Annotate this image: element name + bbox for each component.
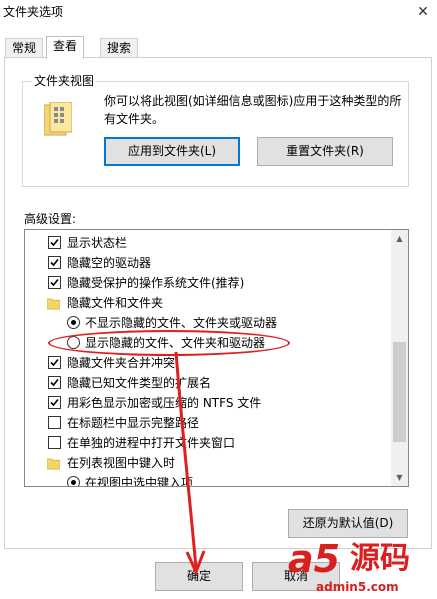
tab-view[interactable]: 查看	[46, 36, 85, 59]
list-item[interactable]: 在单独的进程中打开文件夹窗口	[25, 433, 385, 453]
radio-selected[interactable]	[67, 476, 80, 486]
list-item[interactable]: 在视图中选中键入项	[25, 473, 385, 487]
scroll-down-icon[interactable]: ▼	[391, 469, 408, 486]
title-bar: 文件夹选项 ✕	[0, 0, 437, 30]
checkbox-unchecked[interactable]	[48, 416, 61, 429]
folder-icon	[47, 298, 60, 310]
radio-selected[interactable]	[67, 316, 80, 329]
apply-to-folders-button[interactable]: 应用到文件夹(L)	[104, 137, 240, 166]
list-item-label: 不显示隐藏的文件、文件夹或驱动器	[85, 316, 278, 330]
list-item-label: 用彩色显示加密或压缩的 NTFS 文件	[67, 396, 262, 410]
list-item[interactable]: 隐藏空的驱动器	[25, 253, 385, 273]
checkbox-checked[interactable]	[48, 256, 61, 269]
folder-views-description: 你可以将此视图(如详细信息或图标)应用于这种类型的所有文件夹。	[104, 94, 402, 126]
list-item[interactable]: 在标题栏中显示完整路径	[25, 413, 385, 433]
checkbox-checked[interactable]	[48, 356, 61, 369]
restore-defaults-button[interactable]: 还原为默认值(D)	[288, 509, 408, 538]
window-title: 文件夹选项	[3, 5, 64, 19]
checkbox-checked[interactable]	[48, 276, 61, 289]
list-item[interactable]: 显示隐藏的文件、文件夹和驱动器	[25, 333, 385, 353]
watermark-cn: 源码	[350, 541, 410, 576]
list-item-label: 在视图中选中键入项	[85, 476, 194, 487]
radio-unselected[interactable]	[67, 336, 80, 349]
checkbox-checked[interactable]	[48, 236, 61, 249]
watermark: a5 源码 admin5.com	[288, 537, 437, 599]
advanced-settings-label: 高级设置:	[24, 212, 77, 226]
list-item[interactable]: 用彩色显示加密或压缩的 NTFS 文件	[25, 393, 385, 413]
list-item[interactable]: 隐藏已知文件类型的扩展名	[25, 373, 385, 393]
list-item[interactable]: 隐藏文件夹合并冲突	[25, 353, 385, 373]
list-item: 隐藏文件和文件夹	[25, 293, 385, 313]
list-item-label: 隐藏文件和文件夹	[67, 296, 164, 310]
tab-search[interactable]: 搜索	[100, 38, 139, 58]
list-item-label: 在标题栏中显示完整路径	[67, 416, 200, 430]
list-item-label: 在单独的进程中打开文件夹窗口	[67, 436, 236, 450]
watermark-url: admin5.com	[316, 580, 399, 594]
scroll-up-icon[interactable]: ▲	[391, 230, 408, 247]
list-item-label: 隐藏文件夹合并冲突	[67, 356, 176, 370]
watermark-brand: a5	[288, 537, 341, 581]
list-item-label: 显示状态栏	[67, 236, 128, 250]
tab-bar: 常规 查看 搜索	[0, 36, 437, 59]
ok-button[interactable]: 确定	[155, 562, 243, 591]
list-item-label: 在列表视图中键入时	[67, 456, 176, 470]
close-icon[interactable]: ✕	[415, 4, 431, 20]
list-item-label: 隐藏已知文件类型的扩展名	[67, 376, 212, 390]
vertical-scrollbar[interactable]: ▲ ▼	[391, 230, 408, 486]
list-item[interactable]: 隐藏受保护的操作系统文件(推荐)	[25, 273, 385, 293]
list-item: 在列表视图中键入时	[25, 453, 385, 473]
advanced-settings-list[interactable]: 显示状态栏 隐藏空的驱动器 隐藏受保护的操作系统文件(推荐) 隐藏文件和文件夹 …	[24, 229, 409, 487]
list-item-label: 显示隐藏的文件、文件夹和驱动器	[85, 336, 266, 350]
checkbox-checked[interactable]	[48, 396, 61, 409]
list-item[interactable]: 显示状态栏	[25, 233, 385, 253]
checkbox-checked[interactable]	[48, 376, 61, 389]
folder-view-icon	[44, 102, 72, 136]
folder-views-label: 文件夹视图	[32, 72, 97, 89]
list-item-label: 隐藏空的驱动器	[67, 256, 152, 270]
scroll-thumb[interactable]	[393, 342, 406, 442]
reset-folders-button[interactable]: 重置文件夹(R)	[257, 137, 393, 166]
checkbox-unchecked[interactable]	[48, 436, 61, 449]
list-item-label: 隐藏受保护的操作系统文件(推荐)	[67, 276, 245, 290]
tab-general[interactable]: 常规	[5, 38, 44, 58]
folder-icon	[47, 458, 60, 470]
list-item[interactable]: 不显示隐藏的文件、文件夹或驱动器	[25, 313, 385, 333]
